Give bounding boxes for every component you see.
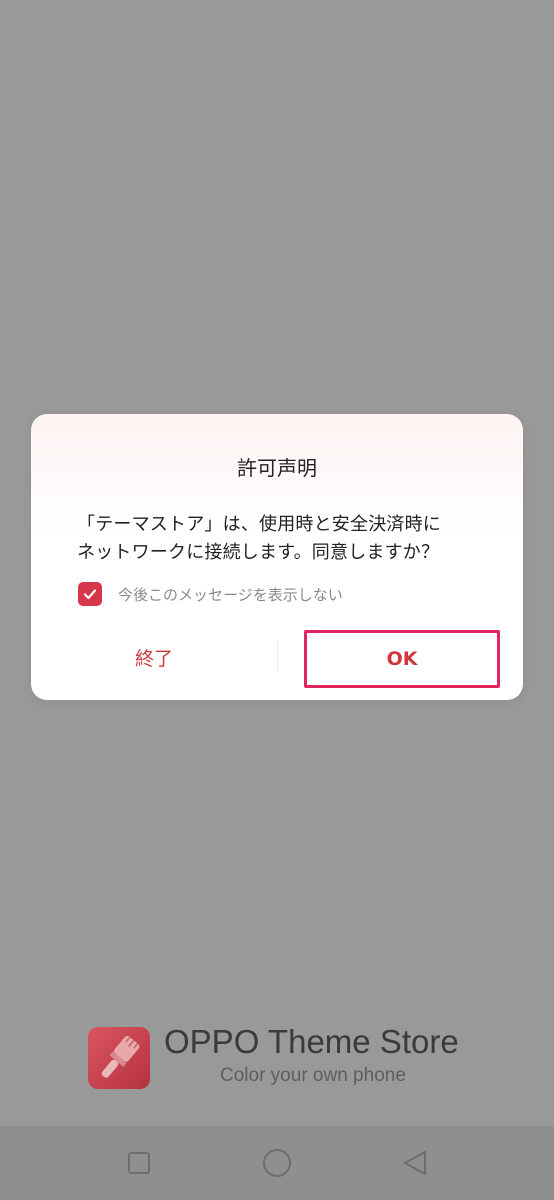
- dont-show-label: 今後このメッセージを表示しない: [118, 585, 343, 604]
- back-triangle-icon: [404, 1151, 426, 1175]
- dialog-message-line-1: 「テーマストア」は、使用時と安全決済時に: [77, 514, 441, 535]
- exit-button[interactable]: 終了: [31, 629, 277, 685]
- permission-dialog: 許可声明 「テーマストア」は、使用時と安全決済時に ネットワークに接続します。同…: [31, 414, 523, 700]
- checkmark-icon: [83, 589, 97, 600]
- app-logo: [88, 1027, 150, 1089]
- app-tagline: Color your own phone: [220, 1065, 406, 1086]
- screen-overlay: 許可声明 「テーマストア」は、使用時と安全決済時に ネットワークに接続します。同…: [0, 0, 554, 1200]
- recents-button[interactable]: [123, 1147, 155, 1179]
- dialog-title: 許可声明: [237, 456, 317, 480]
- dialog-message: 「テーマストア」は、使用時と安全決済時に ネットワークに接続します。同意しますか…: [77, 511, 483, 567]
- back-button[interactable]: [399, 1147, 431, 1179]
- button-divider: [277, 641, 278, 671]
- home-circle-icon: [263, 1149, 291, 1177]
- dont-show-again-option[interactable]: 今後このメッセージを表示しない: [78, 581, 343, 607]
- home-button[interactable]: [261, 1147, 293, 1179]
- navigation-bar: [0, 1126, 554, 1200]
- ok-button[interactable]: OK: [304, 630, 500, 688]
- dialog-message-line-2: ネットワークに接続します。同意しますか？: [77, 542, 440, 563]
- paintbrush-icon: [101, 1035, 140, 1078]
- app-name: OPPO Theme Store: [164, 1023, 459, 1060]
- dont-show-checkbox[interactable]: [78, 582, 102, 606]
- recents-square-icon: [128, 1152, 150, 1174]
